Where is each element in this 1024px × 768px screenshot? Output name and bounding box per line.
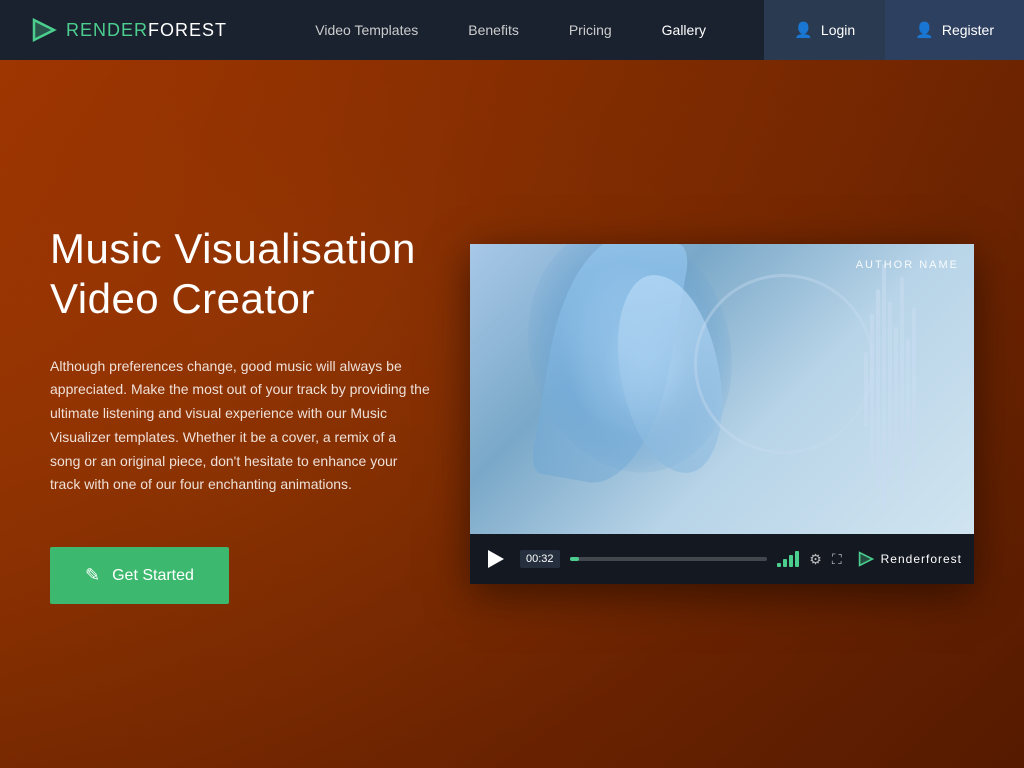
play-icon [488, 550, 504, 568]
volume-bars [777, 551, 799, 567]
get-started-button[interactable]: ✎ Get Started [50, 547, 229, 604]
settings-icon[interactable]: ⚙ [809, 551, 822, 568]
nav-link-gallery[interactable]: Gallery [662, 2, 706, 58]
video-player: AUTHOR NAME [470, 244, 974, 584]
login-label: Login [821, 22, 855, 38]
hero-title: Music Visualisation Video Creator [50, 224, 440, 325]
logo: RENDERFOREST [0, 16, 257, 44]
edit-icon: ✎ [85, 565, 100, 586]
video-timestamp: 00:32 [520, 550, 560, 568]
navbar: RENDERFOREST Video Templates Benefits Pr… [0, 0, 1024, 60]
renderforest-logo-icon [857, 550, 875, 568]
wave-bar [882, 264, 886, 514]
signal-bar [795, 551, 799, 567]
hero-text-block: Music Visualisation Video Creator Althou… [50, 224, 470, 605]
hero-section: RENDERFOREST Video Templates Benefits Pr… [0, 0, 1024, 768]
fullscreen-icon[interactable]: ⛶ [832, 551, 842, 568]
wave-bar [864, 352, 868, 427]
register-button[interactable]: 👤 Register [885, 0, 1024, 60]
wave-bar [888, 302, 892, 477]
wave-bar [912, 308, 916, 471]
video-thumbnail: AUTHOR NAME [470, 244, 974, 534]
wave-bar [906, 339, 910, 439]
signal-bar [789, 555, 793, 567]
get-started-label: Get Started [112, 567, 194, 585]
nav-auth: 👤 Login 👤 Register [764, 0, 1024, 60]
login-button[interactable]: 👤 Login [764, 0, 885, 60]
video-progress-bar[interactable] [570, 557, 768, 561]
logo-icon [30, 16, 58, 44]
nav-link-video-templates[interactable]: Video Templates [315, 2, 418, 58]
signal-bar [783, 559, 787, 567]
login-icon: 👤 [794, 21, 813, 39]
wave-bar [876, 289, 880, 489]
video-progress-fill [570, 557, 580, 561]
signal-bar [777, 563, 781, 567]
nav-links: Video Templates Benefits Pricing Gallery [257, 2, 764, 58]
register-label: Register [942, 22, 994, 38]
nav-link-pricing[interactable]: Pricing [569, 2, 612, 58]
logo-text: RENDERFOREST [66, 20, 227, 41]
nav-link-benefits[interactable]: Benefits [468, 2, 519, 58]
video-brand: Renderforest [857, 550, 962, 568]
wave-bar [870, 314, 874, 464]
play-button[interactable] [482, 545, 510, 573]
abstract-circle [694, 274, 874, 454]
waveform-bars [864, 264, 924, 514]
wave-bar [900, 277, 904, 502]
renderforest-brand-text: Renderforest [881, 552, 962, 566]
video-author-label: AUTHOR NAME [856, 259, 959, 271]
hero-content: Music Visualisation Video Creator Althou… [0, 60, 1024, 768]
hero-description: Although preferences change, good music … [50, 355, 430, 498]
wave-bar [894, 327, 898, 452]
video-controls-bar: 00:32 ⚙ ⛶ [470, 534, 974, 584]
register-icon: 👤 [915, 21, 934, 39]
